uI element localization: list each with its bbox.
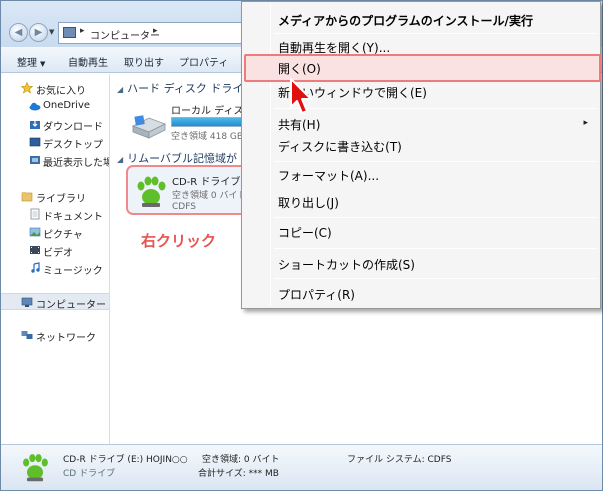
details-pane: CD-R ドライブ (E:) HOJIN○○ CD ドライブ 空き領域: 0 バ… bbox=[1, 444, 602, 490]
nav-label: OneDrive bbox=[43, 100, 91, 111]
menu-item-share[interactable]: 共有(H) bbox=[278, 116, 320, 133]
nav-favorites[interactable]: お気に入り bbox=[1, 80, 109, 97]
back-button[interactable]: ◀ bbox=[9, 23, 28, 42]
properties-button[interactable]: プロパティ bbox=[179, 54, 228, 69]
nav-pictures[interactable]: ピクチャ bbox=[1, 224, 109, 241]
right-click-annotation: 右クリック bbox=[141, 232, 217, 250]
star-icon bbox=[21, 82, 33, 94]
menu-item-install-run[interactable]: メディアからのプログラムのインストール/実行 bbox=[278, 12, 533, 29]
menu-item-eject[interactable]: 取り出し(J) bbox=[278, 194, 339, 211]
cloud-icon bbox=[29, 102, 41, 111]
menu-item-copy[interactable]: コピー(C) bbox=[278, 224, 332, 241]
eject-button[interactable]: 取り出す bbox=[124, 54, 164, 69]
nav-label: コンピューター bbox=[36, 300, 106, 311]
nav-videos[interactable]: ビデオ bbox=[1, 242, 109, 259]
autoplay-label: 自動再生 bbox=[68, 58, 108, 69]
context-menu: メディアからのプログラムのインストール/実行 自動再生を開く(Y)... 開く(… bbox=[241, 1, 601, 309]
nav-desktop[interactable]: デスクトップ bbox=[1, 134, 109, 151]
history-dropdown-icon[interactable]: ▼ bbox=[49, 28, 54, 36]
nav-label: ミュージック bbox=[43, 266, 103, 277]
navigation-pane: お気に入り OneDrive ダウンロード デスクトップ 最近表示した場所 ライ… bbox=[1, 74, 110, 444]
autoplay-button[interactable]: 自動再生 bbox=[68, 54, 108, 69]
nav-recent[interactable]: 最近表示した場所 bbox=[1, 152, 109, 169]
nav-network[interactable]: ネットワーク bbox=[1, 327, 109, 344]
computer-icon bbox=[21, 297, 33, 307]
mouse-cursor-icon bbox=[290, 78, 312, 114]
breadcrumb-separator[interactable]: ▸ bbox=[80, 26, 85, 36]
group-header-label: リムーバブル記憶域が bbox=[127, 152, 238, 165]
nav-downloads[interactable]: ダウンロード bbox=[1, 116, 109, 133]
recent-places-icon bbox=[30, 156, 40, 164]
nav-label: ビデオ bbox=[43, 248, 73, 259]
menu-item-open-autoplay[interactable]: 自動再生を開く(Y)... bbox=[278, 39, 390, 56]
nav-label: ダウンロード bbox=[43, 122, 103, 133]
nav-documents[interactable]: ドキュメント bbox=[1, 206, 109, 223]
hard-disk-icon bbox=[132, 115, 166, 139]
organize-button[interactable]: 整理 ▼ bbox=[17, 54, 45, 69]
menu-separator bbox=[274, 217, 597, 218]
forward-button[interactable]: ▶ bbox=[29, 23, 48, 42]
explorer-window: ◀ ▶ ▼ ▸ コンピューター ▸ 整理 ▼ 自動再生 取り出す プロパティ お気… bbox=[0, 0, 603, 491]
group-header-removable[interactable]: ◢ リムーバブル記憶域が bbox=[117, 150, 237, 166]
pictures-icon bbox=[29, 227, 41, 237]
music-icon bbox=[31, 262, 40, 273]
details-type: CD ドライブ bbox=[63, 469, 116, 479]
menu-separator bbox=[274, 248, 597, 249]
network-icon bbox=[21, 331, 33, 339]
menu-item-burn-disc[interactable]: ディスクに書き込む(T) bbox=[278, 138, 402, 155]
details-file-system: ファイル システム: CDFS bbox=[347, 455, 452, 465]
nav-label: ドキュメント bbox=[43, 212, 103, 223]
paw-icon bbox=[23, 454, 48, 482]
nav-label: 最近表示した場所 bbox=[43, 158, 109, 169]
nav-computer[interactable]: コンピューター bbox=[1, 293, 109, 311]
chevron-down-icon: ▼ bbox=[40, 60, 46, 68]
menu-item-format[interactable]: フォーマット(A)... bbox=[278, 167, 379, 184]
collapse-triangle-icon[interactable]: ◢ bbox=[117, 155, 123, 164]
paw-icon bbox=[137, 176, 166, 207]
menu-separator bbox=[274, 161, 597, 162]
local-disk-free: 空き領域 418 GB/ bbox=[171, 132, 247, 142]
nav-music[interactable]: ミュージック bbox=[1, 260, 109, 277]
submenu-arrow-icon: ▸ bbox=[583, 118, 588, 128]
desktop-icon bbox=[29, 137, 41, 147]
nav-onedrive[interactable]: OneDrive bbox=[1, 98, 109, 115]
collapse-triangle-icon[interactable]: ◢ bbox=[117, 85, 123, 94]
documents-icon bbox=[30, 208, 40, 220]
organize-label: 整理 bbox=[17, 58, 37, 69]
nav-label: ピクチャ bbox=[43, 230, 83, 241]
videos-icon bbox=[30, 246, 40, 254]
cd-drive-name: CD-R ドライブ ( bbox=[172, 177, 248, 188]
cd-drive-filesystem: CDFS bbox=[172, 202, 196, 212]
menu-item-open[interactable]: 開く(O) bbox=[278, 60, 321, 77]
nav-label: デスクトップ bbox=[43, 140, 103, 151]
download-folder-icon bbox=[30, 121, 40, 129]
breadcrumb-computer[interactable]: コンピューター bbox=[90, 27, 160, 42]
nav-label: ライブラリ bbox=[36, 194, 86, 205]
menu-separator bbox=[274, 278, 597, 279]
menu-item-create-shortcut[interactable]: ショートカットの作成(S) bbox=[278, 256, 415, 273]
library-icon bbox=[21, 192, 33, 202]
details-free-space: 空き領域: 0 バイト bbox=[202, 455, 280, 465]
computer-icon bbox=[63, 27, 76, 38]
menu-gutter bbox=[270, 4, 271, 306]
menu-separator bbox=[274, 108, 597, 109]
eject-label: 取り出す bbox=[124, 58, 164, 69]
menu-item-properties[interactable]: プロパティ(R) bbox=[278, 286, 355, 303]
nav-libraries[interactable]: ライブラリ bbox=[1, 188, 109, 205]
breadcrumb-separator[interactable]: ▸ bbox=[153, 26, 158, 36]
details-title: CD-R ドライブ (E:) HOJIN○○ bbox=[63, 455, 188, 465]
address-box[interactable]: ▸ コンピューター ▸ bbox=[58, 22, 248, 44]
group-header-label: ハード ディスク ドライ bbox=[127, 82, 244, 95]
cd-drive-free: 空き領域 0 バイト bbox=[172, 191, 247, 201]
menu-separator bbox=[274, 33, 597, 34]
nav-label: お気に入り bbox=[36, 86, 86, 97]
details-total-size: 合計サイズ: *** MB bbox=[198, 469, 279, 479]
nav-label: ネットワーク bbox=[36, 333, 96, 344]
properties-label: プロパティ bbox=[179, 58, 229, 69]
group-header-hard-disks[interactable]: ◢ ハード ディスク ドライ bbox=[117, 80, 243, 96]
